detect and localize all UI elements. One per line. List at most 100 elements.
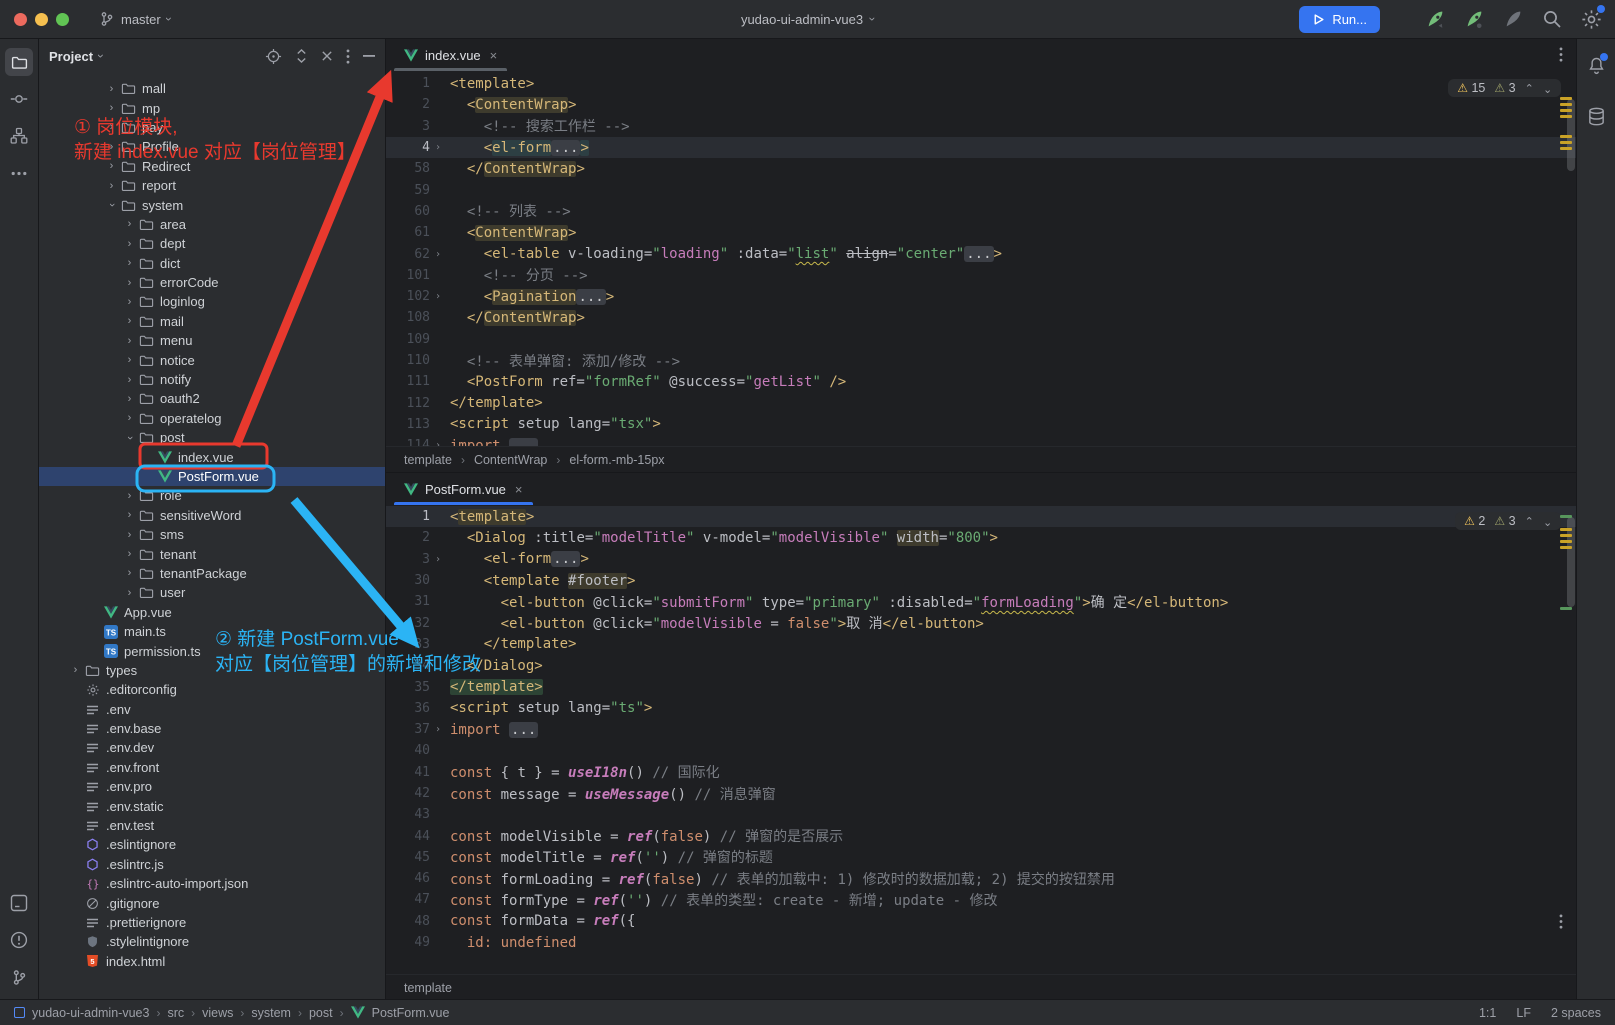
top-inspections-widget[interactable]: ⚠ 15 ⚠ 3 ⌃ ⌃ (1448, 79, 1561, 97)
top-code-editor[interactable]: 1<template>2 <ContentWrap>3 <!-- 搜索工作栏 -… (386, 71, 1577, 448)
search-everywhere-icon[interactable] (1540, 7, 1564, 31)
fold-marker-icon[interactable]: › (432, 291, 444, 302)
tree-item-.env.base[interactable]: .env.base (39, 719, 385, 738)
next-problem-icon[interactable]: ⌃ (1543, 82, 1552, 95)
hide-panel-icon[interactable] (363, 55, 375, 58)
database-tool-icon[interactable] (1582, 103, 1610, 131)
notifications-bell-icon[interactable] (1582, 51, 1610, 79)
expand-chevron-icon[interactable]: › (121, 218, 138, 230)
tree-item-system[interactable]: ›system (39, 195, 385, 214)
path-item[interactable]: post (309, 1006, 333, 1020)
tree-item-index.html[interactable]: 5index.html (39, 952, 385, 971)
structure-tool-icon[interactable] (5, 122, 33, 150)
expand-chevron-icon[interactable]: › (121, 277, 138, 289)
fold-marker-icon[interactable]: › (432, 724, 444, 735)
tree-item-pay[interactable]: ›pay (39, 118, 385, 137)
tree-item-.stylelintignore[interactable]: .stylelintignore (39, 932, 385, 951)
tree-item-.editorconfig[interactable]: .editorconfig (39, 680, 385, 699)
project-tool-icon[interactable] (5, 48, 33, 76)
path-item[interactable]: yudao-ui-admin-vue3 (32, 1006, 149, 1020)
tree-item-notice[interactable]: ›notice (39, 350, 385, 369)
breadcrumb-item[interactable]: template (404, 981, 452, 995)
fold-marker-icon[interactable]: › (432, 249, 444, 260)
expand-chevron-icon[interactable]: › (121, 529, 138, 541)
breadcrumb-item[interactable]: el-form.-mb-15px (569, 453, 664, 467)
tree-item-mall[interactable]: ›mall (39, 79, 385, 98)
tab-close-icon[interactable]: × (515, 482, 523, 497)
expand-chevron-icon[interactable]: › (121, 296, 138, 308)
profiler-attach-icon[interactable] (1462, 7, 1486, 31)
tree-item-operatelog[interactable]: ›operatelog (39, 409, 385, 428)
settings-gear-icon[interactable] (1579, 7, 1603, 31)
prev-problem-icon[interactable]: ⌃ (1525, 82, 1534, 95)
panel-title[interactable]: Project (49, 49, 93, 64)
tree-item-main.ts[interactable]: TSmain.ts (39, 622, 385, 641)
tree-item-.eslintrc-auto-import.json[interactable]: {}.eslintrc-auto-import.json (39, 874, 385, 893)
expand-chevron-icon[interactable]: › (103, 141, 120, 153)
expand-chevron-icon[interactable]: › (121, 374, 138, 386)
tree-item-mail[interactable]: ›mail (39, 312, 385, 331)
run-button[interactable]: Run... (1299, 6, 1380, 33)
panel-options-icon[interactable] (346, 49, 350, 64)
editor-options-icon[interactable] (1559, 47, 1563, 62)
zoom-window-button[interactable] (56, 13, 69, 26)
profiler-run-icon[interactable] (1423, 7, 1447, 31)
tree-item-area[interactable]: ›area (39, 215, 385, 234)
tree-item-.env.pro[interactable]: .env.pro (39, 777, 385, 796)
path-item[interactable]: PostForm.vue (372, 1006, 450, 1020)
expand-collapse-icon[interactable] (295, 48, 308, 64)
tree-item-tenant[interactable]: ›tenant (39, 544, 385, 563)
tree-item-post[interactable]: ›post (39, 428, 385, 447)
tree-item-dict[interactable]: ›dict (39, 254, 385, 273)
tree-item-mp[interactable]: ›mp (39, 98, 385, 117)
tree-item-role[interactable]: ›role (39, 486, 385, 505)
profiler-inactive-icon[interactable] (1501, 7, 1525, 31)
tab-close-icon[interactable]: × (490, 48, 498, 63)
tree-item-oauth2[interactable]: ›oauth2 (39, 389, 385, 408)
expand-chevron-icon[interactable]: › (103, 121, 120, 133)
expand-chevron-icon[interactable]: › (121, 490, 138, 502)
tree-item-report[interactable]: ›report (39, 176, 385, 195)
indent-info[interactable]: 2 spaces (1551, 1006, 1601, 1020)
tree-item-tenantPackage[interactable]: ›tenantPackage (39, 564, 385, 583)
expand-chevron-icon[interactable]: › (103, 160, 120, 172)
tree-item-.env.static[interactable]: .env.static (39, 796, 385, 815)
tree-item-types[interactable]: ›types (39, 661, 385, 680)
tab-index-vue[interactable]: index.vue × (394, 39, 507, 71)
version-control-tool-icon[interactable] (5, 963, 33, 991)
expand-chevron-icon[interactable]: › (103, 102, 120, 114)
tree-item-Profile[interactable]: ›Profile (39, 137, 385, 156)
tree-item-.env.front[interactable]: .env.front (39, 758, 385, 777)
tree-item-user[interactable]: ›user (39, 583, 385, 602)
expand-chevron-icon[interactable]: › (121, 335, 138, 347)
tree-item-index.vue[interactable]: index.vue (39, 447, 385, 466)
tree-item-dept[interactable]: ›dept (39, 234, 385, 253)
expand-chevron-icon[interactable]: › (121, 393, 138, 405)
fold-marker-icon[interactable]: › (432, 554, 444, 565)
tab-postform-vue[interactable]: PostForm.vue × (394, 473, 533, 505)
terminal-tool-icon[interactable] (5, 889, 33, 917)
expand-chevron-icon[interactable]: › (121, 238, 138, 250)
tree-item-.eslintrc.js[interactable]: .eslintrc.js (39, 855, 385, 874)
project-selector[interactable]: yudao-ui-admin-vue3 › (741, 12, 874, 27)
tree-item-menu[interactable]: ›menu (39, 331, 385, 350)
expand-chevron-icon[interactable]: › (103, 180, 120, 192)
tree-item-sms[interactable]: ›sms (39, 525, 385, 544)
expand-chevron-icon[interactable]: › (121, 412, 138, 424)
close-window-button[interactable] (14, 13, 27, 26)
tree-item-.env.test[interactable]: .env.test (39, 816, 385, 835)
next-problem-icon[interactable]: ⌃ (1543, 515, 1552, 528)
tree-item-permission.ts[interactable]: TSpermission.ts (39, 641, 385, 660)
expand-chevron-icon[interactable]: › (121, 509, 138, 521)
expand-chevron-icon[interactable]: › (121, 257, 138, 269)
tree-item-.eslintignore[interactable]: .eslintignore (39, 835, 385, 854)
tree-item-.gitignore[interactable]: .gitignore (39, 893, 385, 912)
problems-tool-icon[interactable] (5, 926, 33, 954)
line-separator[interactable]: LF (1516, 1006, 1531, 1020)
path-item[interactable]: views (202, 1006, 233, 1020)
tree-item-.env[interactable]: .env (39, 700, 385, 719)
bottom-inspections-widget[interactable]: ⚠ 2 ⚠ 3 ⌃ ⌃ (1455, 512, 1561, 530)
expand-chevron-icon[interactable]: › (103, 83, 120, 95)
breadcrumb-item[interactable]: template (404, 453, 452, 467)
path-item[interactable]: system (251, 1006, 291, 1020)
